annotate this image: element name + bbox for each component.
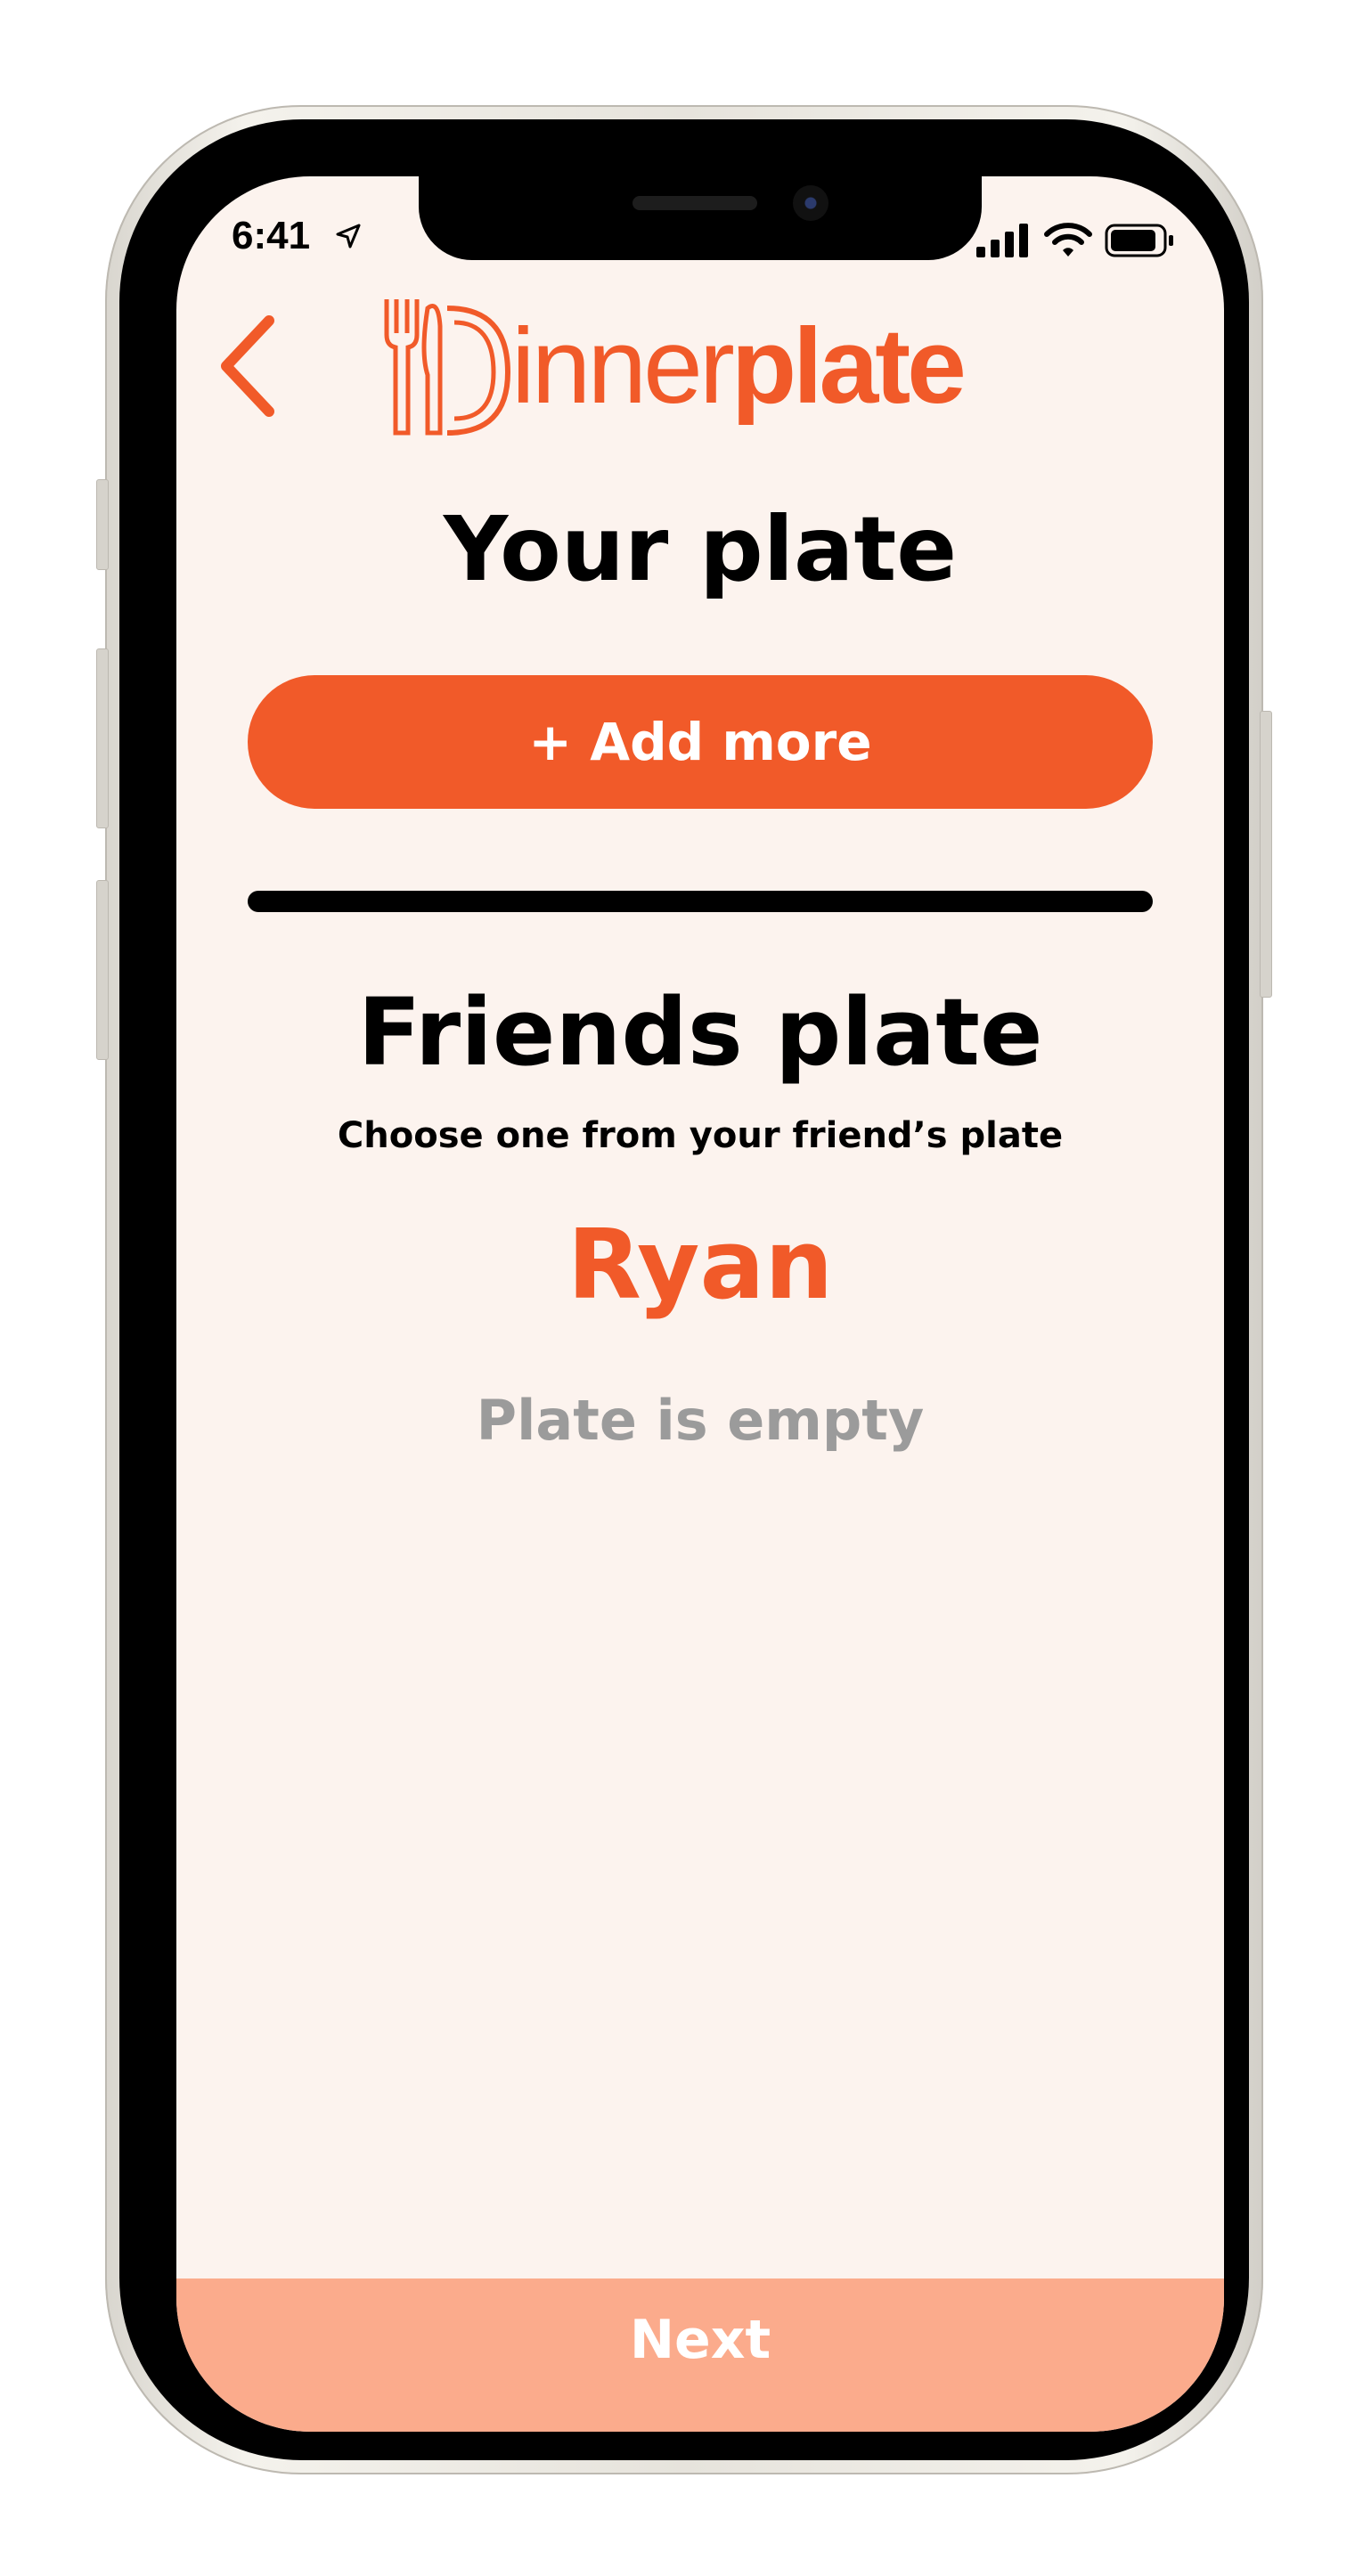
- logo-text-bold: plate: [730, 306, 967, 426]
- battery-icon: [1105, 224, 1173, 257]
- location-arrow-icon: [336, 224, 361, 249]
- status-time: 6:41: [232, 214, 311, 257]
- fork-knife-plate-icon: [384, 299, 511, 436]
- next-button-label: Next: [629, 2309, 771, 2371]
- front-camera: [793, 185, 828, 221]
- app-screen: 6:41 inner plate Your plate + Add more F…: [176, 176, 1224, 2432]
- volume-up-button: [96, 648, 109, 828]
- logo-text-light: inner: [511, 306, 735, 426]
- add-more-button[interactable]: + Add more: [248, 675, 1153, 809]
- cellular-signal-icon: [976, 224, 1028, 257]
- friend-name[interactable]: Ryan: [176, 1210, 1224, 1321]
- friends-plate-subtitle: Choose one from your friend’s plate: [337, 1115, 1064, 1156]
- volume-down-button: [96, 880, 109, 1060]
- status-icons: [976, 223, 1176, 258]
- your-plate-title: Your plate: [443, 497, 958, 601]
- section-divider: [248, 891, 1153, 912]
- empty-plate-message: Plate is empty: [476, 1388, 925, 1453]
- notch: [419, 176, 982, 260]
- mute-switch: [96, 479, 109, 570]
- phone-bezel: 6:41 inner plate Your plate + Add more F…: [119, 119, 1249, 2460]
- earpiece-speaker: [633, 196, 757, 210]
- logo-wordmark: inner plate: [511, 306, 967, 426]
- next-button[interactable]: Next: [176, 2278, 1224, 2432]
- phone-frame: 6:41 inner plate Your plate + Add more F…: [96, 105, 1272, 2474]
- power-button: [1260, 711, 1272, 998]
- dinnerplate-logo: inner plate: [378, 290, 1019, 442]
- wifi-icon: [1044, 223, 1092, 257]
- back-chevron-icon[interactable]: [208, 308, 289, 424]
- friends-plate-title: Friends plate: [357, 978, 1043, 1087]
